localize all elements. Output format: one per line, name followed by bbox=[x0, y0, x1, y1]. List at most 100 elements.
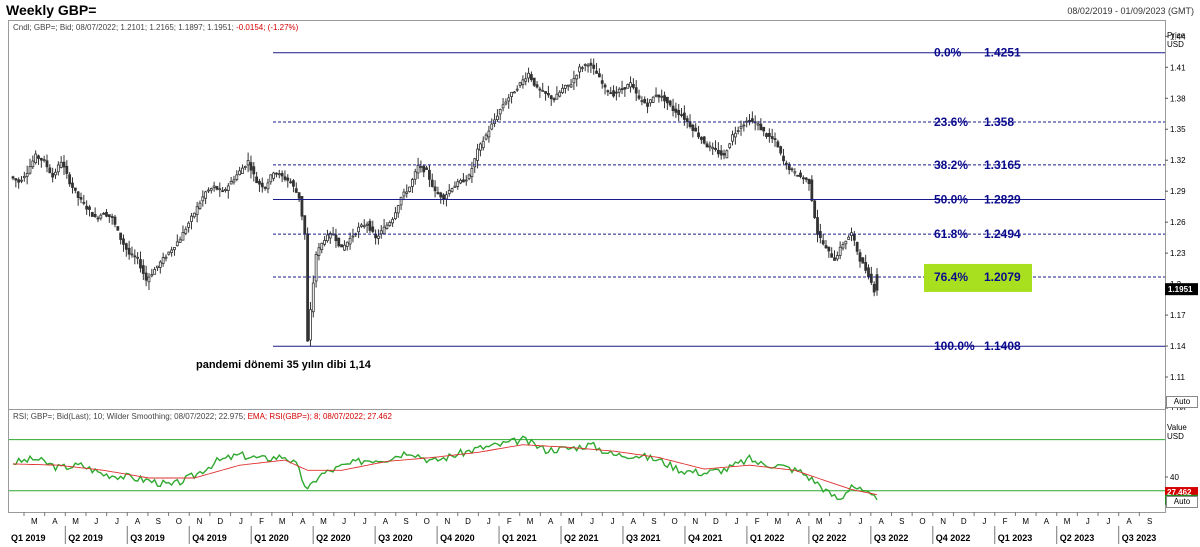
candle-body bbox=[784, 162, 788, 165]
candle-body bbox=[606, 90, 610, 93]
price-auto-button[interactable]: Auto bbox=[1166, 396, 1198, 408]
candle-body bbox=[306, 233, 310, 342]
price-tick-label: 1.23 bbox=[1170, 249, 1186, 258]
candle bbox=[428, 164, 431, 187]
price-tick-label: 1.44 bbox=[1170, 32, 1186, 41]
candle-body bbox=[320, 242, 324, 251]
candle bbox=[212, 181, 216, 192]
candle bbox=[852, 230, 856, 246]
candle bbox=[617, 87, 621, 98]
candle-body bbox=[733, 132, 737, 138]
candle-body bbox=[246, 160, 250, 166]
candle bbox=[711, 142, 715, 156]
month-label: S bbox=[403, 517, 408, 526]
candle-body bbox=[629, 82, 632, 88]
candle bbox=[178, 236, 182, 243]
month-label: M bbox=[568, 517, 575, 526]
candle-body bbox=[487, 130, 491, 138]
candle-body bbox=[105, 211, 108, 217]
candle bbox=[736, 126, 740, 135]
candle-body bbox=[345, 241, 349, 247]
price-tick-label: 1.26 bbox=[1170, 218, 1186, 227]
candle-body bbox=[405, 191, 409, 194]
candle bbox=[385, 222, 389, 230]
rsi-panel[interactable]: RSI; GBP=; Bid(Last); 10; Wilder Smoothi… bbox=[8, 409, 1166, 513]
candle bbox=[297, 192, 301, 202]
candle bbox=[855, 241, 859, 255]
candle bbox=[56, 161, 60, 176]
candle-body bbox=[201, 196, 205, 202]
candle bbox=[504, 98, 508, 106]
candle-body bbox=[827, 246, 831, 252]
candle bbox=[405, 184, 409, 198]
candle-body bbox=[379, 230, 383, 235]
candle-body bbox=[365, 223, 369, 226]
candle-body bbox=[198, 202, 202, 210]
candle bbox=[249, 155, 253, 179]
candle bbox=[546, 85, 550, 98]
candle-body bbox=[37, 155, 40, 159]
candle-body bbox=[801, 177, 805, 180]
candle-body bbox=[439, 192, 443, 198]
month-label: M bbox=[279, 517, 286, 526]
candle bbox=[838, 241, 842, 260]
candle-body bbox=[504, 101, 508, 105]
candle-body bbox=[215, 186, 219, 190]
candle bbox=[541, 82, 545, 92]
price-chart[interactable]: 0.0% 1.4251 23.6% 1.358 38.2% 1.3165 50.0% 1.28… bbox=[9, 21, 1165, 409]
candle bbox=[804, 177, 808, 183]
candle bbox=[799, 169, 802, 179]
candle-body bbox=[646, 102, 649, 107]
candle-body bbox=[640, 100, 644, 103]
price-tick-label: 1.32 bbox=[1170, 156, 1186, 165]
candle-body bbox=[510, 91, 513, 97]
candle-body bbox=[524, 78, 528, 82]
candle-body bbox=[14, 178, 18, 181]
candle-body bbox=[617, 88, 621, 93]
candle-body bbox=[563, 85, 567, 89]
candle-body bbox=[241, 167, 244, 175]
candle-body bbox=[651, 96, 655, 103]
price-tick-label: 1.14 bbox=[1170, 342, 1186, 351]
candle bbox=[586, 62, 590, 73]
candle-body bbox=[255, 176, 259, 184]
rsi-chart[interactable] bbox=[9, 410, 1165, 512]
candle bbox=[456, 178, 460, 190]
candle bbox=[275, 172, 278, 178]
month-label: O bbox=[424, 517, 430, 526]
candle-body bbox=[742, 124, 746, 127]
candle-body bbox=[612, 90, 615, 97]
candle bbox=[436, 186, 440, 195]
month-label: J bbox=[838, 517, 842, 526]
candle-body bbox=[821, 240, 825, 245]
rsi-axis: Value USD 4027.46222.975 Auto bbox=[1165, 409, 1198, 511]
candle-body bbox=[521, 79, 525, 86]
candle bbox=[195, 201, 199, 223]
candle-body bbox=[153, 269, 157, 275]
candle-body bbox=[360, 224, 363, 227]
candle bbox=[413, 168, 417, 185]
price-panel[interactable]: Cndl; GBP=; Bid; 08/07/2022; 1.2101; 1.2… bbox=[8, 20, 1166, 410]
candle-body bbox=[867, 267, 870, 278]
month-label: M bbox=[1022, 517, 1029, 526]
candle bbox=[637, 89, 641, 101]
quarter-label: Q4 2019 bbox=[192, 533, 227, 543]
candle bbox=[340, 244, 344, 248]
candle bbox=[464, 175, 468, 186]
month-label: J bbox=[611, 517, 615, 526]
candle-body bbox=[343, 244, 346, 251]
candle bbox=[218, 182, 222, 197]
candle-body bbox=[518, 82, 522, 86]
candle bbox=[187, 221, 191, 233]
candle-body bbox=[838, 246, 842, 256]
candle-body bbox=[428, 169, 431, 180]
candle-body bbox=[816, 217, 819, 235]
quarter-label: Q3 2021 bbox=[626, 533, 661, 543]
quarter-label: Q2 2023 bbox=[1060, 533, 1095, 543]
candle-body bbox=[685, 118, 689, 122]
candle-body bbox=[235, 174, 239, 180]
candle-body bbox=[51, 173, 55, 178]
candle-body bbox=[600, 80, 604, 84]
month-label: J bbox=[1086, 517, 1090, 526]
rsi-auto-button[interactable]: Auto bbox=[1166, 496, 1198, 508]
